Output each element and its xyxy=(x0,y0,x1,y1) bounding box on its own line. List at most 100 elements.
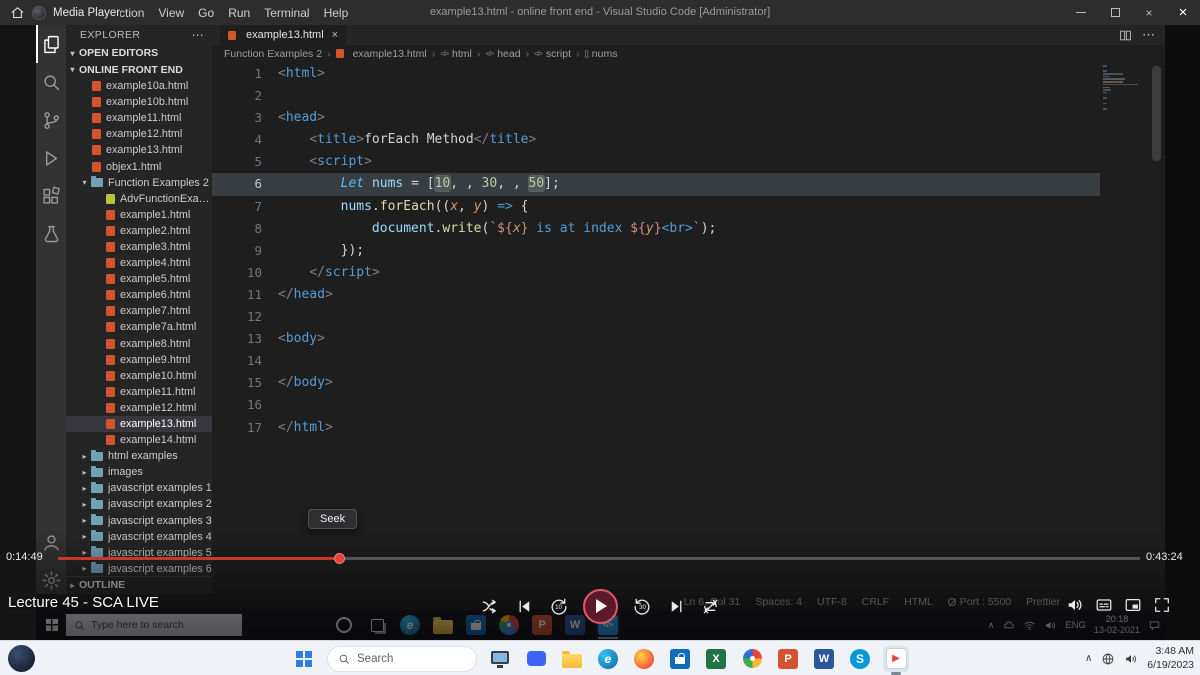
code-line-10[interactable]: 10 </script> xyxy=(212,262,1100,284)
volume-icon[interactable] xyxy=(1124,652,1138,666)
minimap[interactable] xyxy=(1103,65,1149,111)
source-control-icon[interactable] xyxy=(36,101,66,139)
code-line-2[interactable]: 2 xyxy=(212,85,1100,107)
code-line-1[interactable]: 1 <html> xyxy=(212,63,1100,85)
chevron-up-icon[interactable]: ∧ xyxy=(1085,653,1092,664)
chevron-up-icon[interactable]: ∧ xyxy=(988,620,995,631)
scrollbar[interactable] xyxy=(1152,66,1161,161)
code-line-17[interactable]: 17 </html> xyxy=(212,417,1100,439)
file-item-example8-html[interactable]: example8.html xyxy=(66,336,212,352)
file-item-example9-html[interactable]: example9.html xyxy=(66,352,212,368)
file-item-example10a-html[interactable]: example10a.html xyxy=(66,78,212,94)
code-line-7[interactable]: 7 nums.forEach((x, y) => { xyxy=(212,196,1100,218)
video-taskbar-edge[interactable]: e xyxy=(398,613,422,637)
taskbar-skype[interactable]: S xyxy=(847,646,873,672)
status-crlf[interactable]: CRLF xyxy=(862,596,889,608)
file-item-example12-html[interactable]: example12.html xyxy=(66,126,212,142)
open-editors-section[interactable]: ▾ OPEN EDITORS xyxy=(66,45,212,62)
taskbar-firefox[interactable] xyxy=(631,646,657,672)
code-line-15[interactable]: 15 </body> xyxy=(212,372,1100,394)
taskbar-chat[interactable] xyxy=(523,646,549,672)
start-button[interactable] xyxy=(291,646,317,672)
video-taskbar-powerpoint[interactable]: P xyxy=(530,613,554,637)
volume-icon[interactable] xyxy=(1044,619,1057,632)
split-editor-icon[interactable] xyxy=(1119,29,1132,42)
menu-terminal[interactable]: Terminal xyxy=(257,6,316,20)
search-icon[interactable] xyxy=(36,63,66,101)
file-item-example14-html[interactable]: example14.html xyxy=(66,432,212,448)
extensions-icon[interactable] xyxy=(36,177,66,215)
folder-item-javascript-examples-2[interactable]: ▸ javascript examples 2 xyxy=(66,496,212,512)
menu-view[interactable]: View xyxy=(151,6,191,20)
more-actions-icon[interactable]: ⋯ xyxy=(192,28,204,42)
taskbar-desktop[interactable] xyxy=(487,646,513,672)
rewind-10-button[interactable]: 10 xyxy=(549,597,568,616)
widgets-icon[interactable] xyxy=(8,645,35,672)
notifications-icon[interactable] xyxy=(1148,619,1161,632)
folder-item-javascript-examples-3[interactable]: ▸ javascript examples 3 xyxy=(66,513,212,529)
status-prettier[interactable]: Prettier xyxy=(1026,596,1060,608)
explorer-icon[interactable] xyxy=(36,25,66,63)
menu-run[interactable]: Run xyxy=(221,6,257,20)
menu-help[interactable]: Help xyxy=(317,6,356,20)
close-button[interactable]: × xyxy=(1132,0,1166,25)
video-taskbar-chrome[interactable] xyxy=(497,613,521,637)
status-html[interactable]: HTML xyxy=(904,596,933,608)
file-item-example13-html[interactable]: example13.html xyxy=(66,415,212,433)
network-icon[interactable] xyxy=(1101,652,1115,666)
menu-go[interactable]: Go xyxy=(191,6,221,20)
breadcrumb-script[interactable]: </> script xyxy=(534,48,571,60)
code-line-16[interactable]: 16 xyxy=(212,394,1100,416)
outline-section[interactable]: ▸ OUTLINE xyxy=(66,576,212,593)
shuffle-button[interactable] xyxy=(481,597,500,616)
taskbar-file-explorer[interactable] xyxy=(559,646,585,672)
code-line-6[interactable]: 6 Let nums = [10, , 30, , 50]; xyxy=(212,173,1100,196)
video-taskbar-cortana[interactable] xyxy=(332,613,356,637)
status-spaces[interactable]: Spaces: 4 xyxy=(755,596,802,608)
repeat-off-button[interactable] xyxy=(701,597,720,616)
testing-icon[interactable] xyxy=(36,215,66,253)
file-item-example4-html[interactable]: example4.html xyxy=(66,255,212,271)
taskbar-media-player[interactable]: ▶ xyxy=(883,645,909,675)
folder-item-function-examples-2[interactable]: ▾ Function Examples 2 xyxy=(66,175,212,191)
video-search-box[interactable]: Type here to search xyxy=(66,614,242,636)
code-line-14[interactable]: 14 xyxy=(212,350,1100,372)
code-line-9[interactable]: 9 }); xyxy=(212,240,1100,262)
volume-button[interactable] xyxy=(1066,596,1084,614)
seek-bar[interactable] xyxy=(58,553,1140,564)
file-item-example2-html[interactable]: example2.html xyxy=(66,223,212,239)
breadcrumb-nums[interactable]: [ ] nums xyxy=(585,48,618,60)
file-item-example13-html[interactable]: example13.html xyxy=(66,142,212,158)
folder-item-javascript-examples-4[interactable]: ▸ javascript examples 4 xyxy=(66,529,212,545)
player-close-button[interactable]: × xyxy=(1166,0,1200,25)
file-item-example12-html[interactable]: example12.html xyxy=(66,400,212,416)
folder-item-javascript-examples-1[interactable]: ▸ javascript examples 1 xyxy=(66,480,212,496)
breadcrumb-function-examples-2[interactable]: Function Examples 2 xyxy=(224,48,322,60)
wifi-icon[interactable] xyxy=(1023,619,1036,632)
next-button[interactable] xyxy=(667,597,686,616)
taskbar-powerpoint[interactable]: P xyxy=(775,646,801,672)
file-item-example6-html[interactable]: example6.html xyxy=(66,287,212,303)
taskbar-photos[interactable] xyxy=(739,646,765,672)
editor-more-icon[interactable]: ⋯ xyxy=(1142,27,1155,43)
minimize-button[interactable] xyxy=(1064,0,1098,25)
file-item-advfunctionexample-[interactable]: AdvFunctionExample... xyxy=(66,191,212,207)
file-item-example1-html[interactable]: example1.html xyxy=(66,207,212,223)
breadcrumb-html[interactable]: </> html xyxy=(440,48,472,60)
video-clock[interactable]: 20:18 13-02-2021 xyxy=(1094,614,1140,637)
file-item-example11-html[interactable]: example11.html xyxy=(66,384,212,400)
file-item-example7a-html[interactable]: example7a.html xyxy=(66,319,212,335)
folder-item-images[interactable]: ▸ images xyxy=(66,464,212,480)
status-utf-8[interactable]: UTF-8 xyxy=(817,596,847,608)
tab-example13[interactable]: example13.html × xyxy=(220,25,347,45)
file-item-example7-html[interactable]: example7.html xyxy=(66,303,212,319)
forward-30-button[interactable]: 30 xyxy=(633,597,652,616)
code-line-5[interactable]: 5 <script> xyxy=(212,151,1100,173)
status-port[interactable]: Port : 5500 xyxy=(947,596,1011,608)
miniplayer-button[interactable] xyxy=(1124,596,1142,614)
language-indicator[interactable]: ENG xyxy=(1065,620,1086,631)
code-editor[interactable]: 1 <html> 2 3 <head> 4 <title>forEach Method</… xyxy=(212,63,1100,439)
seek-handle[interactable] xyxy=(334,553,346,564)
video-taskbar-task-view[interactable] xyxy=(365,613,389,637)
video-taskbar-word[interactable]: W xyxy=(563,613,587,637)
